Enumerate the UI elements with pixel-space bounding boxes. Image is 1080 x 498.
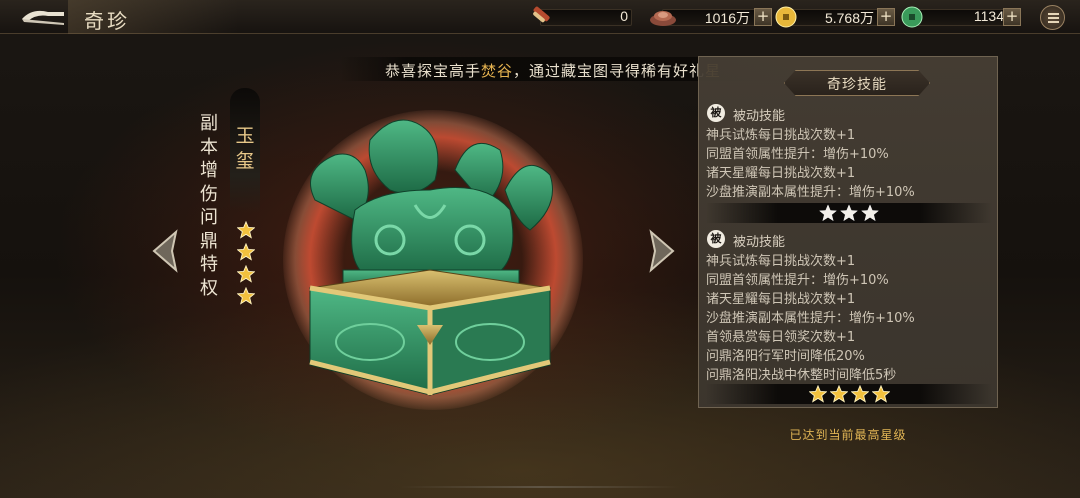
skill-effect: 同盟首领属性提升：增伤+10% [706, 273, 889, 288]
page-title: 奇珍 [84, 9, 130, 33]
treasure-name: 玉玺 [235, 125, 255, 172]
star-icon [849, 384, 870, 403]
passive-badge-icon: 被 [707, 230, 725, 248]
star-icon [828, 384, 849, 403]
scroll-icon [526, 6, 552, 28]
menu-button[interactable] [1040, 5, 1065, 30]
jade-seal-image [295, 110, 565, 400]
silver-ingot-icon [648, 6, 678, 28]
skill-star-rating [706, 203, 992, 223]
star-icon [236, 220, 256, 239]
skill-effect: 沙盘推演副本属性提升：增伤+10% [706, 185, 915, 200]
star-icon [861, 204, 879, 222]
skill-effect: 问鼎洛阳行军时间降低20% [706, 349, 865, 364]
resource-value-silver: 1016万 [704, 10, 750, 26]
star-icon [840, 204, 858, 222]
star-icon [236, 242, 256, 261]
chevron-left-icon [152, 229, 178, 273]
jade-coin-icon [900, 6, 926, 28]
passive-badge-icon: 被 [707, 104, 725, 122]
star-icon [236, 264, 256, 283]
star-icon [870, 384, 891, 403]
skill-effect: 神兵试炼每日挑战次数+1 [706, 254, 856, 269]
announcement-text: 恭喜探宝高手焚谷，通过藏宝图寻得稀有好礼星 [385, 62, 720, 80]
skill-effect: 诸天星耀每日挑战次数+1 [706, 292, 856, 307]
skill-effect: 沙盘推演副本属性提升：增伤+10% [706, 311, 915, 326]
resource-value-scroll: 0 [620, 8, 628, 24]
skill-star-rating [706, 384, 992, 404]
resource-value-gold: 5.768万 [824, 10, 874, 26]
gold-coin-icon [774, 6, 800, 28]
max-star-note: 已达到当前最高星级 [789, 428, 907, 442]
skills-panel-title: 奇珍技能 [827, 77, 887, 93]
back-arrow-icon [22, 10, 64, 25]
back-button[interactable] [18, 6, 68, 28]
skill-effect: 首领悬赏每日领奖次数+1 [706, 330, 856, 345]
skill-effect: 诸天星耀每日挑战次数+1 [706, 166, 856, 181]
star-icon [807, 384, 828, 403]
skill-type-label: 被动技能 [733, 109, 786, 124]
star-icon [819, 204, 837, 222]
next-treasure-button[interactable] [645, 228, 679, 274]
treasure-category: 副本增伤问鼎特权 [200, 113, 218, 299]
add-gold-button[interactable]: + [877, 8, 895, 26]
previous-treasure-button[interactable] [148, 228, 182, 274]
skill-type-label: 被动技能 [733, 235, 786, 250]
add-silver-button[interactable]: + [754, 8, 772, 26]
star-icon [236, 286, 256, 305]
add-jade-button[interactable]: + [1003, 8, 1021, 26]
skill-effect: 神兵试炼每日挑战次数+1 [706, 128, 856, 143]
chevron-right-icon [649, 229, 675, 273]
bottom-divider [400, 486, 680, 488]
resource-value-jade: 1134 [973, 8, 1004, 24]
skill-effect: 同盟首领属性提升：增伤+10% [706, 147, 889, 162]
